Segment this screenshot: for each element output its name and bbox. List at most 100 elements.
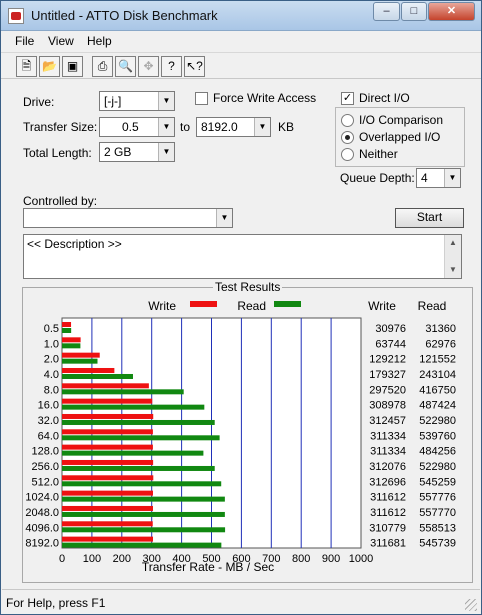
- app-window: Untitled - ATTO Disk Benchmark – □ ✕ Fil…: [0, 0, 482, 615]
- description-scrollbar[interactable]: ▲ ▼: [444, 235, 461, 278]
- chevron-down-icon: ▼: [158, 118, 174, 136]
- x-tick-label: 900: [322, 553, 340, 565]
- legend-write-label: Write: [148, 299, 176, 313]
- help-icon[interactable]: ?: [161, 56, 182, 77]
- chevron-down-icon: ▼: [216, 209, 232, 227]
- start-button[interactable]: Start: [395, 208, 464, 228]
- write-value: 311612: [370, 507, 406, 519]
- write-value: 30976: [375, 323, 406, 335]
- read-bar: [62, 328, 72, 333]
- read-bar: [62, 527, 226, 533]
- transfer-size-from-select[interactable]: 0.5 ▼: [99, 117, 175, 137]
- new-icon[interactable]: 🗎: [16, 56, 37, 77]
- context-help-icon[interactable]: ↖?: [184, 56, 205, 77]
- io-comparison-radio[interactable]: [341, 114, 354, 127]
- read-value: 522980: [419, 461, 456, 473]
- category-label: 4.0: [44, 369, 59, 381]
- force-write-label: Force Write Access: [213, 91, 317, 105]
- category-label: 256.0: [31, 461, 59, 473]
- title-bar[interactable]: Untitled - ATTO Disk Benchmark – □ ✕: [1, 1, 481, 31]
- transfer-size-label: Transfer Size:: [23, 120, 98, 134]
- category-label: 8.0: [44, 384, 59, 396]
- main-panel: Drive: [-j-] ▼ Force Write Access ✓ Direc…: [2, 80, 480, 588]
- read-value: 62976: [425, 338, 456, 350]
- read-bar: [62, 542, 222, 548]
- legend-read-swatch: [274, 301, 301, 307]
- read-value: 558513: [419, 522, 456, 534]
- category-label: 64.0: [38, 430, 59, 442]
- controlled-by-select[interactable]: ▼: [23, 208, 233, 228]
- menu-help[interactable]: Help: [87, 34, 112, 48]
- direct-io-label: Direct I/O: [359, 91, 410, 105]
- write-bar: [62, 475, 154, 481]
- x-tick-label: 800: [292, 553, 310, 565]
- x-tick-label: 0: [59, 553, 65, 565]
- total-length-select[interactable]: 2 GB ▼: [99, 142, 175, 162]
- io-mode-group: I/O Comparison Overlapped I/O Neither: [335, 107, 465, 167]
- category-label: 1.0: [44, 338, 59, 350]
- x-tick-label: 100: [83, 553, 101, 565]
- menu-view[interactable]: View: [48, 34, 74, 48]
- to-label: to: [180, 120, 191, 134]
- chevron-down-icon: ▼: [158, 143, 174, 161]
- total-length-label: Total Length:: [23, 146, 92, 160]
- force-write-checkbox[interactable]: [195, 92, 208, 105]
- window-title: Untitled - ATTO Disk Benchmark: [31, 8, 218, 23]
- write-bar: [62, 459, 154, 465]
- menu-bar: File View Help: [1, 31, 481, 51]
- read-bar: [62, 419, 215, 425]
- write-bar: [62, 490, 153, 496]
- category-label: 32.0: [38, 415, 59, 427]
- drive-select[interactable]: [-j-] ▼: [99, 91, 175, 111]
- queue-depth-select[interactable]: 4 ▼: [416, 168, 461, 188]
- menu-file[interactable]: File: [15, 34, 34, 48]
- read-bar: [62, 404, 205, 410]
- write-bar: [62, 367, 115, 373]
- read-value: 545739: [419, 538, 456, 550]
- close-button[interactable]: ✕: [428, 2, 475, 21]
- read-value: 522980: [419, 415, 456, 427]
- write-bar: [62, 337, 81, 343]
- chevron-down-icon: ▼: [444, 169, 460, 187]
- read-value: 487424: [419, 400, 456, 412]
- move-icon: ✥: [138, 56, 159, 77]
- read-value: 557776: [419, 492, 456, 504]
- read-value: 416750: [419, 384, 456, 396]
- write-bar: [62, 521, 153, 527]
- write-column-header: Write: [368, 299, 396, 313]
- read-bar: [62, 481, 222, 487]
- transfer-size-to-select[interactable]: 8192.0 ▼: [196, 117, 271, 137]
- chevron-down-icon: ▼: [158, 92, 174, 110]
- write-value: 312076: [369, 461, 406, 473]
- controlled-by-label: Controlled by:: [23, 194, 98, 208]
- print-icon[interactable]: ⎙: [92, 56, 113, 77]
- save-icon[interactable]: ▣: [62, 56, 83, 77]
- write-bar: [62, 352, 100, 358]
- open-icon[interactable]: 📂: [39, 56, 60, 77]
- chevron-down-icon: ▼: [254, 118, 270, 136]
- write-value: 312696: [369, 476, 406, 488]
- x-axis-label: Transfer Rate - MB / Sec: [142, 560, 274, 574]
- test-results-panel: Test Results 0.5 1.0 2.0 4.0 8.0 16.0 32.0 64.0…: [22, 280, 473, 583]
- write-value: 311612: [370, 492, 406, 504]
- write-value: 297520: [369, 384, 406, 396]
- write-value: 310779: [369, 522, 406, 534]
- write-bar: [62, 505, 153, 511]
- description-box[interactable]: << Description >> ▲ ▼: [23, 234, 462, 279]
- scroll-up-icon[interactable]: ▲: [445, 235, 461, 251]
- direct-io-checkbox[interactable]: ✓: [341, 92, 354, 105]
- resize-grip-icon[interactable]: [465, 599, 477, 611]
- write-value: 129212: [369, 354, 406, 366]
- overlapped-io-radio[interactable]: [341, 131, 354, 144]
- maximize-button[interactable]: □: [401, 2, 427, 21]
- neither-radio[interactable]: [341, 148, 354, 161]
- queue-depth-label: Queue Depth:: [340, 171, 415, 185]
- scroll-down-icon[interactable]: ▼: [445, 262, 461, 278]
- minimize-button[interactable]: –: [373, 2, 400, 21]
- write-bar: [62, 383, 149, 389]
- print-preview-icon[interactable]: 🔍: [115, 56, 136, 77]
- write-bar: [62, 322, 72, 327]
- read-bar: [62, 435, 220, 441]
- category-label: 4096.0: [25, 522, 59, 534]
- category-label: 8192.0: [25, 538, 59, 550]
